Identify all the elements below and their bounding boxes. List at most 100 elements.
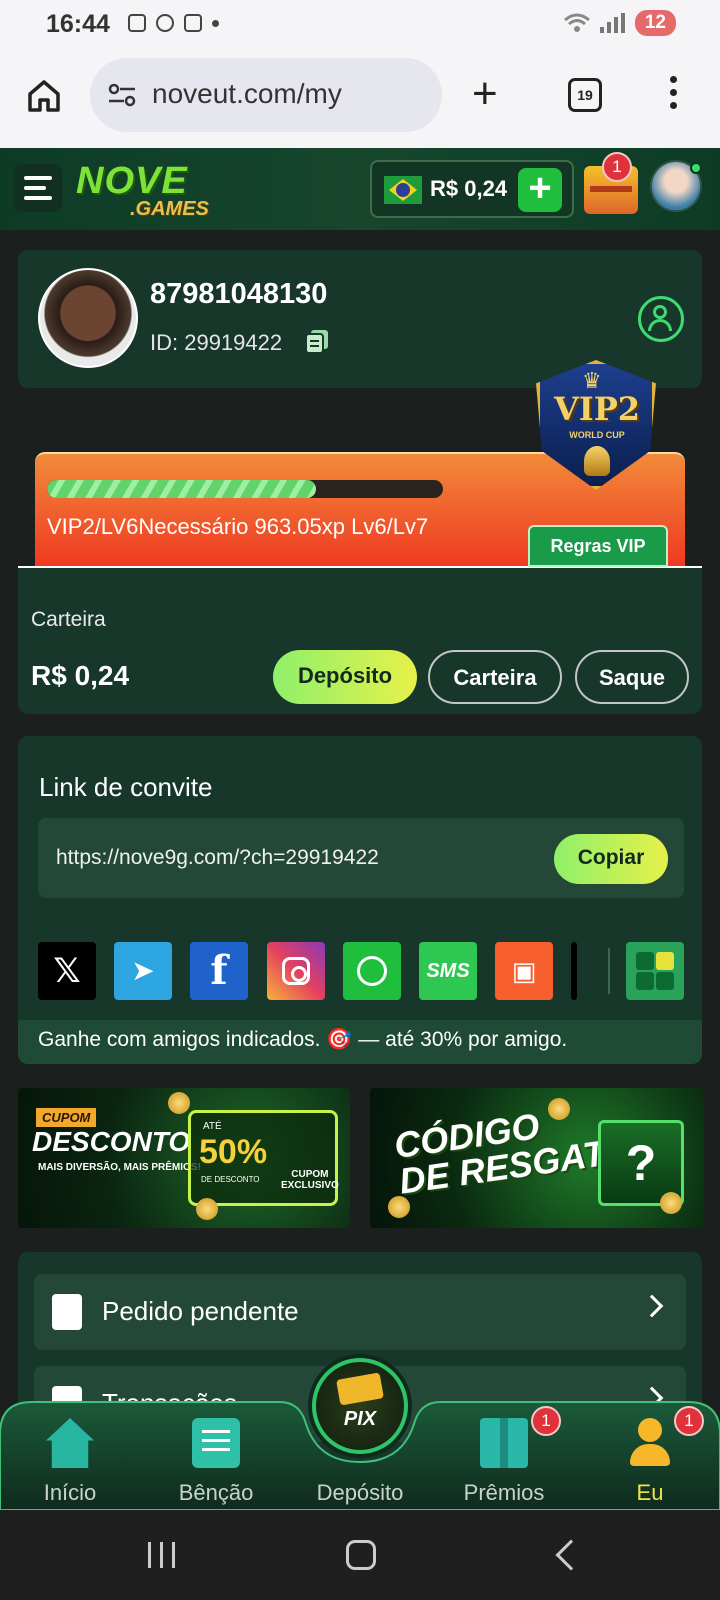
home-icon[interactable] xyxy=(26,78,62,114)
invite-footer: Ganhe com amigos indicados. 🎯 — até 30% … xyxy=(18,1020,702,1064)
status-bar: 16:44 12 xyxy=(0,0,720,48)
menu-item-label: Pedido pendente xyxy=(102,1296,299,1326)
status-right: 12 xyxy=(563,10,676,36)
coupon-exclusive: CUPOM EXCLUSIVO xyxy=(281,1169,339,1191)
sms-icon[interactable]: SMS xyxy=(419,942,477,1000)
profile-phone: 87981048130 xyxy=(150,278,328,310)
pix-label: PIX xyxy=(343,1408,377,1430)
order-list-icon xyxy=(52,1294,82,1330)
eu-badge: 1 xyxy=(674,1406,704,1436)
coupon-upto: ATÉ xyxy=(203,1121,222,1132)
kwai-icon[interactable]: ▣ xyxy=(495,942,553,1000)
redeem-code-banner[interactable]: CÓDIGO DE RESGATE ? xyxy=(370,1088,704,1228)
invite-footer-text: Ganhe com amigos indicados. 🎯 — até 30% … xyxy=(38,1028,568,1051)
menu-item-pending-order[interactable]: Pedido pendente xyxy=(34,1274,686,1350)
money-icon xyxy=(336,1372,384,1406)
invite-link-box: https://nove9g.com/?ch=29919422 Copiar xyxy=(38,818,684,898)
user-avatar-icon[interactable] xyxy=(650,160,702,212)
vip-rules-button[interactable]: Regras VIP xyxy=(528,525,668,567)
bottom-navigation: Início Bênção Depósito PIX Prêmios 1 Eu … xyxy=(0,1358,720,1510)
home-icon xyxy=(46,1418,94,1468)
premios-badge: 1 xyxy=(531,1406,561,1436)
coupon-percent: 50% xyxy=(199,1133,268,1171)
logo-subtext: .GAMES xyxy=(130,198,209,220)
copy-link-button[interactable]: Copiar xyxy=(554,834,668,884)
redeem-title: CÓDIGO DE RESGATE xyxy=(392,1096,632,1202)
notification-icon xyxy=(128,14,146,32)
recent-apps-icon[interactable] xyxy=(148,1542,175,1568)
coupon-subtitle: MAIS DIVERSÃO, MAIS PRÊMIOS! xyxy=(38,1162,201,1173)
tab-switcher-button[interactable]: 19 xyxy=(568,78,602,112)
site-settings-icon[interactable] xyxy=(108,82,136,108)
nav-label: Depósito xyxy=(316,1480,404,1505)
wallet-button[interactable]: Carteira xyxy=(428,650,562,704)
online-indicator xyxy=(690,162,702,174)
instagram-icon[interactable] xyxy=(267,942,325,1000)
vip-progress-fill xyxy=(47,480,317,498)
coin-icon xyxy=(168,1092,190,1114)
profile-id: ID: 29919422 xyxy=(150,330,283,355)
more-apps-icon[interactable] xyxy=(626,942,684,1000)
invite-card: Link de convite https://nove9g.com/?ch=2… xyxy=(18,736,702,1064)
user-icon xyxy=(626,1418,674,1468)
withdraw-button[interactable]: Saque xyxy=(575,650,689,704)
wallet-label: Carteira xyxy=(31,608,106,631)
logo-text: NOVE xyxy=(76,160,188,202)
pix-deposit-button[interactable]: PIX xyxy=(312,1358,408,1454)
wallet-amount: R$ 0,24 xyxy=(31,660,130,691)
notification-icon xyxy=(184,14,202,32)
x-icon[interactable]: 𝕏 xyxy=(38,942,96,1000)
coin-icon xyxy=(660,1192,682,1214)
signal-icon xyxy=(599,13,625,33)
profile-avatar[interactable] xyxy=(38,268,138,368)
vip-badge-subtitle: WORLD CUP xyxy=(569,430,625,440)
notification-icons xyxy=(128,14,219,32)
chevron-right-icon xyxy=(640,1294,664,1318)
brand-logo[interactable]: NOVE .GAMES xyxy=(76,160,209,220)
coin-icon xyxy=(196,1198,218,1220)
checklist-icon xyxy=(192,1418,240,1468)
vip-level-label: VIP2 xyxy=(553,390,641,428)
invite-title: Link de convite xyxy=(39,772,213,802)
menu-icon[interactable] xyxy=(14,164,62,212)
back-icon[interactable] xyxy=(555,1539,587,1571)
chest-badge: 1 xyxy=(602,152,632,182)
coin-icon xyxy=(548,1098,570,1120)
youtube-icon xyxy=(156,14,174,32)
nav-label: Eu xyxy=(636,1480,664,1505)
app-header: NOVE .GAMES R$ 0,24 + 1 xyxy=(0,148,720,230)
battery-indicator: 12 xyxy=(634,10,676,36)
telegram-icon[interactable]: ➤ xyxy=(114,942,172,1000)
header-balance-amount: R$ 0,24 xyxy=(430,176,508,201)
system-home-icon[interactable] xyxy=(346,1540,376,1570)
new-tab-button[interactable]: + xyxy=(472,72,498,116)
coupon-banner[interactable]: CUPOM DESCONTO MAIS DIVERSÃO, MAIS PRÊMI… xyxy=(18,1088,350,1228)
copy-id-icon[interactable] xyxy=(304,328,330,354)
coupon-ticket: ATÉ 50% DE DESCONTO CUPOM EXCLUSIVO xyxy=(188,1110,339,1206)
header-balance[interactable]: R$ 0,24 + xyxy=(370,160,574,218)
nav-label: Prêmios xyxy=(463,1480,545,1505)
edit-profile-icon[interactable] xyxy=(638,296,684,342)
gift-icon xyxy=(480,1418,528,1468)
browser-menu-icon[interactable] xyxy=(670,76,678,115)
nav-label: Início xyxy=(43,1480,97,1505)
share-divider xyxy=(608,948,610,994)
coupon-title: DESCONTO xyxy=(32,1126,191,1157)
nav-bencao[interactable]: Bênção xyxy=(156,1418,276,1508)
coupon-tag: CUPOM xyxy=(36,1108,97,1127)
coupon-discount-label: DE DESCONTO xyxy=(201,1175,260,1184)
wallet-card: Carteira R$ 0,24 Depósito Carteira Saque xyxy=(18,568,702,714)
nav-inicio[interactable]: Início xyxy=(10,1418,130,1508)
more-share-icon[interactable] xyxy=(571,942,577,1000)
facebook-icon[interactable]: f xyxy=(190,942,248,1000)
share-buttons: 𝕏 ➤ f SMS ▣ xyxy=(38,942,684,1000)
invite-link[interactable]: https://nove9g.com/?ch=29919422 xyxy=(56,846,379,870)
vip-badge: ♛ VIP2 WORLD CUP xyxy=(524,350,670,496)
add-funds-button[interactable]: + xyxy=(518,168,562,212)
whatsapp-icon[interactable] xyxy=(343,942,401,1000)
vip-status-text: VIP2/LV6Necessário 963.05xp Lv6/Lv7 xyxy=(47,514,429,539)
address-bar[interactable]: noveut.com/my xyxy=(90,58,442,132)
vip-progress-bar xyxy=(47,480,443,498)
deposit-button[interactable]: Depósito xyxy=(273,650,417,704)
url-text[interactable]: noveut.com/my xyxy=(152,78,342,110)
